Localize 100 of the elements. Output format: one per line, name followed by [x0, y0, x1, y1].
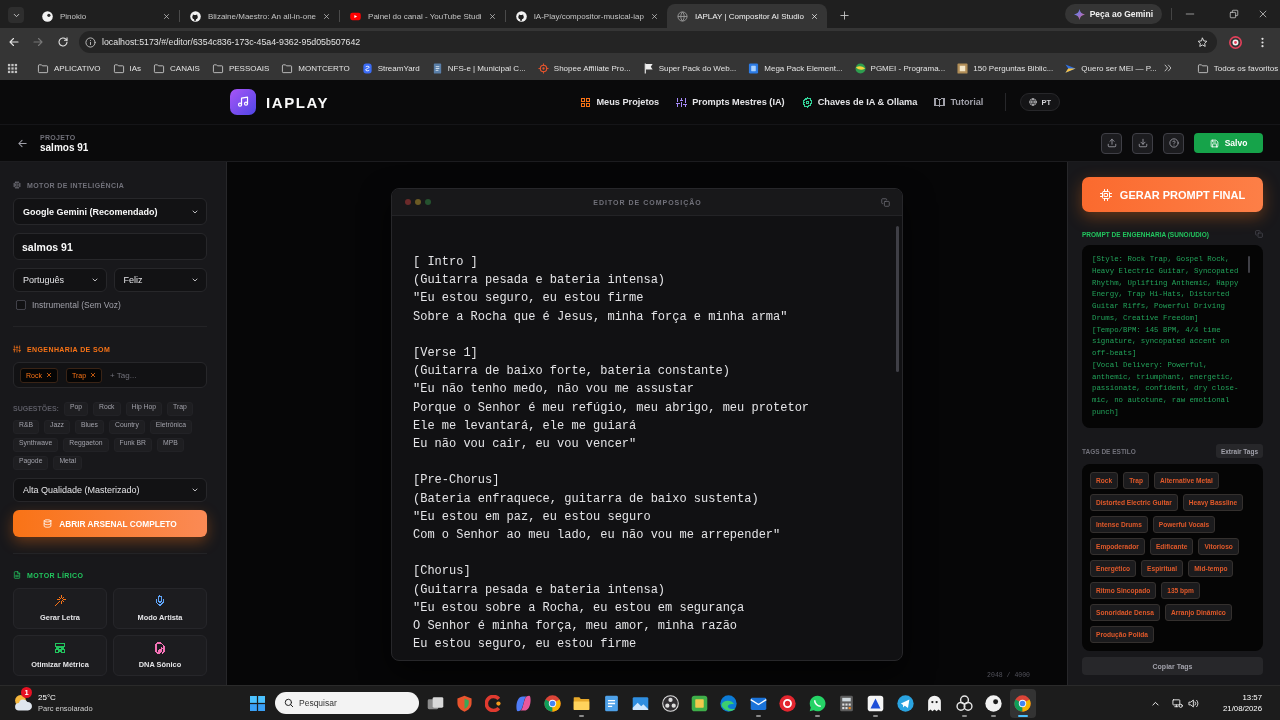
close-icon[interactable] [323, 12, 331, 20]
overlapping-squares-icon [426, 694, 444, 712]
save-icon [1209, 138, 1219, 148]
color-wheel-icon [544, 694, 562, 712]
info-icon[interactable] [85, 36, 96, 48]
volume-icon[interactable] [1187, 697, 1199, 709]
bookmark[interactable]: Quero ser MEI — P... [1059, 58, 1163, 78]
reload-icon[interactable] [57, 36, 69, 48]
triangle-tile-icon [867, 694, 885, 712]
download-button[interactable] [1132, 132, 1153, 154]
search-field[interactable]: Pesquisar [275, 692, 419, 714]
chat-bubble-icon [808, 694, 826, 712]
window-dot-icon [425, 199, 431, 205]
folder-icon [1196, 62, 1209, 74]
bookmark[interactable]: Mega Pack Element... [742, 58, 849, 78]
target-icon [537, 62, 549, 74]
nav-link[interactable]: Meus Projetos [580, 96, 660, 108]
bookmark[interactable]: MONTCERTO [275, 58, 356, 78]
tile-icon [748, 62, 760, 74]
double-chevron-icon[interactable] [1162, 63, 1173, 73]
arrow-icon [1065, 62, 1077, 74]
app-logo-text: IAPLAY [266, 93, 330, 111]
gemini-button[interactable]: Peça ao Gemini [1064, 4, 1162, 24]
target-icon[interactable] [1229, 35, 1242, 49]
remove-icon[interactable] [45, 372, 52, 378]
nav-link[interactable]: Chaves de IA & Ollama [801, 96, 918, 108]
back-icon[interactable] [17, 137, 28, 149]
browser-tab[interactable]: Painel do canal - YouTube Studi [340, 4, 505, 28]
help-button[interactable] [1163, 132, 1184, 154]
title-input[interactable]: salmos 91 [13, 233, 207, 260]
nav-link[interactable]: Tutorial [934, 96, 984, 108]
address-bar[interactable]: localhost:5173/#/editor/6354c836-173c-45a4-9362-95d05b507642 [79, 31, 1217, 53]
network-icon[interactable] [1171, 697, 1183, 709]
folder-icon [153, 62, 166, 74]
four-squares-icon[interactable] [250, 695, 265, 711]
scrollbar-thumb[interactable] [896, 226, 899, 372]
remove-icon[interactable] [90, 372, 97, 378]
project-name: salmos 91 [40, 141, 89, 153]
window-dot-icon [415, 199, 421, 205]
scrollbar-thumb[interactable] [1248, 256, 1250, 273]
orb-icon [42, 10, 53, 22]
bookmark[interactable]: IAs [106, 58, 148, 78]
browser-tab[interactable]: Pinokio [32, 4, 179, 28]
square-tile-icon [691, 694, 708, 712]
browser-tab[interactable]: IAPLAY | Compositor AI Studio [666, 4, 827, 28]
close-icon[interactable] [488, 12, 496, 20]
browser-tab[interactable]: IA-Play/compositor-musical-iap [505, 4, 667, 28]
cpu-icon [1099, 188, 1112, 201]
flag-icon [642, 62, 654, 74]
globe-icon [1029, 98, 1038, 106]
orb-icon [984, 694, 1002, 712]
taskbar-button[interactable] [1009, 688, 1036, 718]
quality-select[interactable]: Alta Qualidade (Masterizado) [13, 478, 207, 502]
mood-select[interactable]: Feliz [113, 268, 207, 292]
knot-icon [955, 694, 973, 712]
chevron-down-icon [90, 276, 99, 284]
tag-input[interactable]: + Tag... [110, 370, 171, 380]
close-icon[interactable] [1258, 9, 1268, 19]
language-select[interactable]: Português [13, 268, 107, 292]
play-icon [350, 10, 362, 22]
browser-tab[interactable]: Blizaine/Maestro: An all-in-one [180, 4, 340, 28]
bookmark[interactable]: APLICATIVO [31, 58, 107, 78]
bookmark[interactable]: 150 Perguntas Biblic... [951, 58, 1060, 78]
wave-circle-icon [720, 694, 738, 712]
shield-icon [455, 694, 473, 712]
window-dot-icon [405, 199, 411, 205]
bookmark[interactable]: PGMEI - Programa... [848, 58, 952, 78]
nav-link[interactable]: Prompts Mestres (IA) [676, 96, 785, 108]
bookmark[interactable]: Todos os favoritos [1190, 58, 1280, 78]
bookmark[interactable]: PESSOAIS [205, 58, 276, 78]
database-icon [43, 519, 53, 528]
color-wheel-icon [1014, 694, 1032, 712]
upload-button[interactable] [1101, 132, 1122, 154]
sun-cloud-icon [13, 693, 33, 713]
bookmark[interactable]: Super Pack do Web... [636, 58, 743, 78]
lyrics-textarea[interactable]: [ Intro ] (Guitarra pesada e bateria intensa) "Eu estou seguro, eu estou firme Sobre a Rocha que é Jesus, minha força e minha arma" [Verse 1] (Guitarra de baixo forte, bateria constante) "Eu não tenho medo, não vou me assustar Porque o Senhor é meu refúgio, meu abrigo, meu protetor Ele me levantará, ele me guiará Eu não vou cair, eu vou vencer" [Pre-Chorus] (Bateria enfraquece, guitarra de baixo sustenta) "Eu estou em paz, eu estou seguro Com o Senhor ao meu lado, eu não vou me arrepender" [Chorus] (Guitarra pesada e bateria intensa) "Eu estou sobre a Rocha, eu estou em segurança O Senhor é minha força, meu amor, minha razão Eu estou seguro, eu estou firme [413, 253, 896, 660]
three-dots-disc-icon [661, 694, 679, 712]
new-tab-icon[interactable] [838, 10, 850, 21]
star-icon[interactable] [1197, 36, 1208, 48]
arc-icon [485, 694, 503, 712]
paper-plane-icon [896, 694, 914, 712]
close-icon[interactable] [650, 12, 658, 20]
swirl-icon [514, 694, 532, 712]
bookmark[interactable]: NFS-e | Municipal C... [425, 58, 532, 78]
bookmark[interactable]: CANAIS [147, 58, 206, 78]
bookmark[interactable]: Shopee Affiliate Pro... [531, 58, 637, 78]
download-icon [1137, 138, 1148, 148]
checkbox-label: Instrumental (Sem Voz) [32, 300, 121, 310]
folder-icon [573, 694, 591, 712]
close-icon[interactable] [163, 12, 170, 20]
model-select[interactable]: Google Gemini (Recomendado) [13, 198, 207, 225]
bookmark[interactable]: StreamYard [355, 58, 426, 78]
temperature-text: 25°C [38, 693, 57, 702]
checkbox[interactable] [16, 300, 26, 310]
apps-grid-icon[interactable] [7, 62, 18, 74]
back-icon[interactable] [8, 36, 20, 48]
sliders-icon [13, 345, 21, 353]
restore-icon[interactable] [1229, 9, 1239, 19]
forward-icon[interactable] [32, 36, 44, 48]
notepad-icon [602, 694, 620, 712]
